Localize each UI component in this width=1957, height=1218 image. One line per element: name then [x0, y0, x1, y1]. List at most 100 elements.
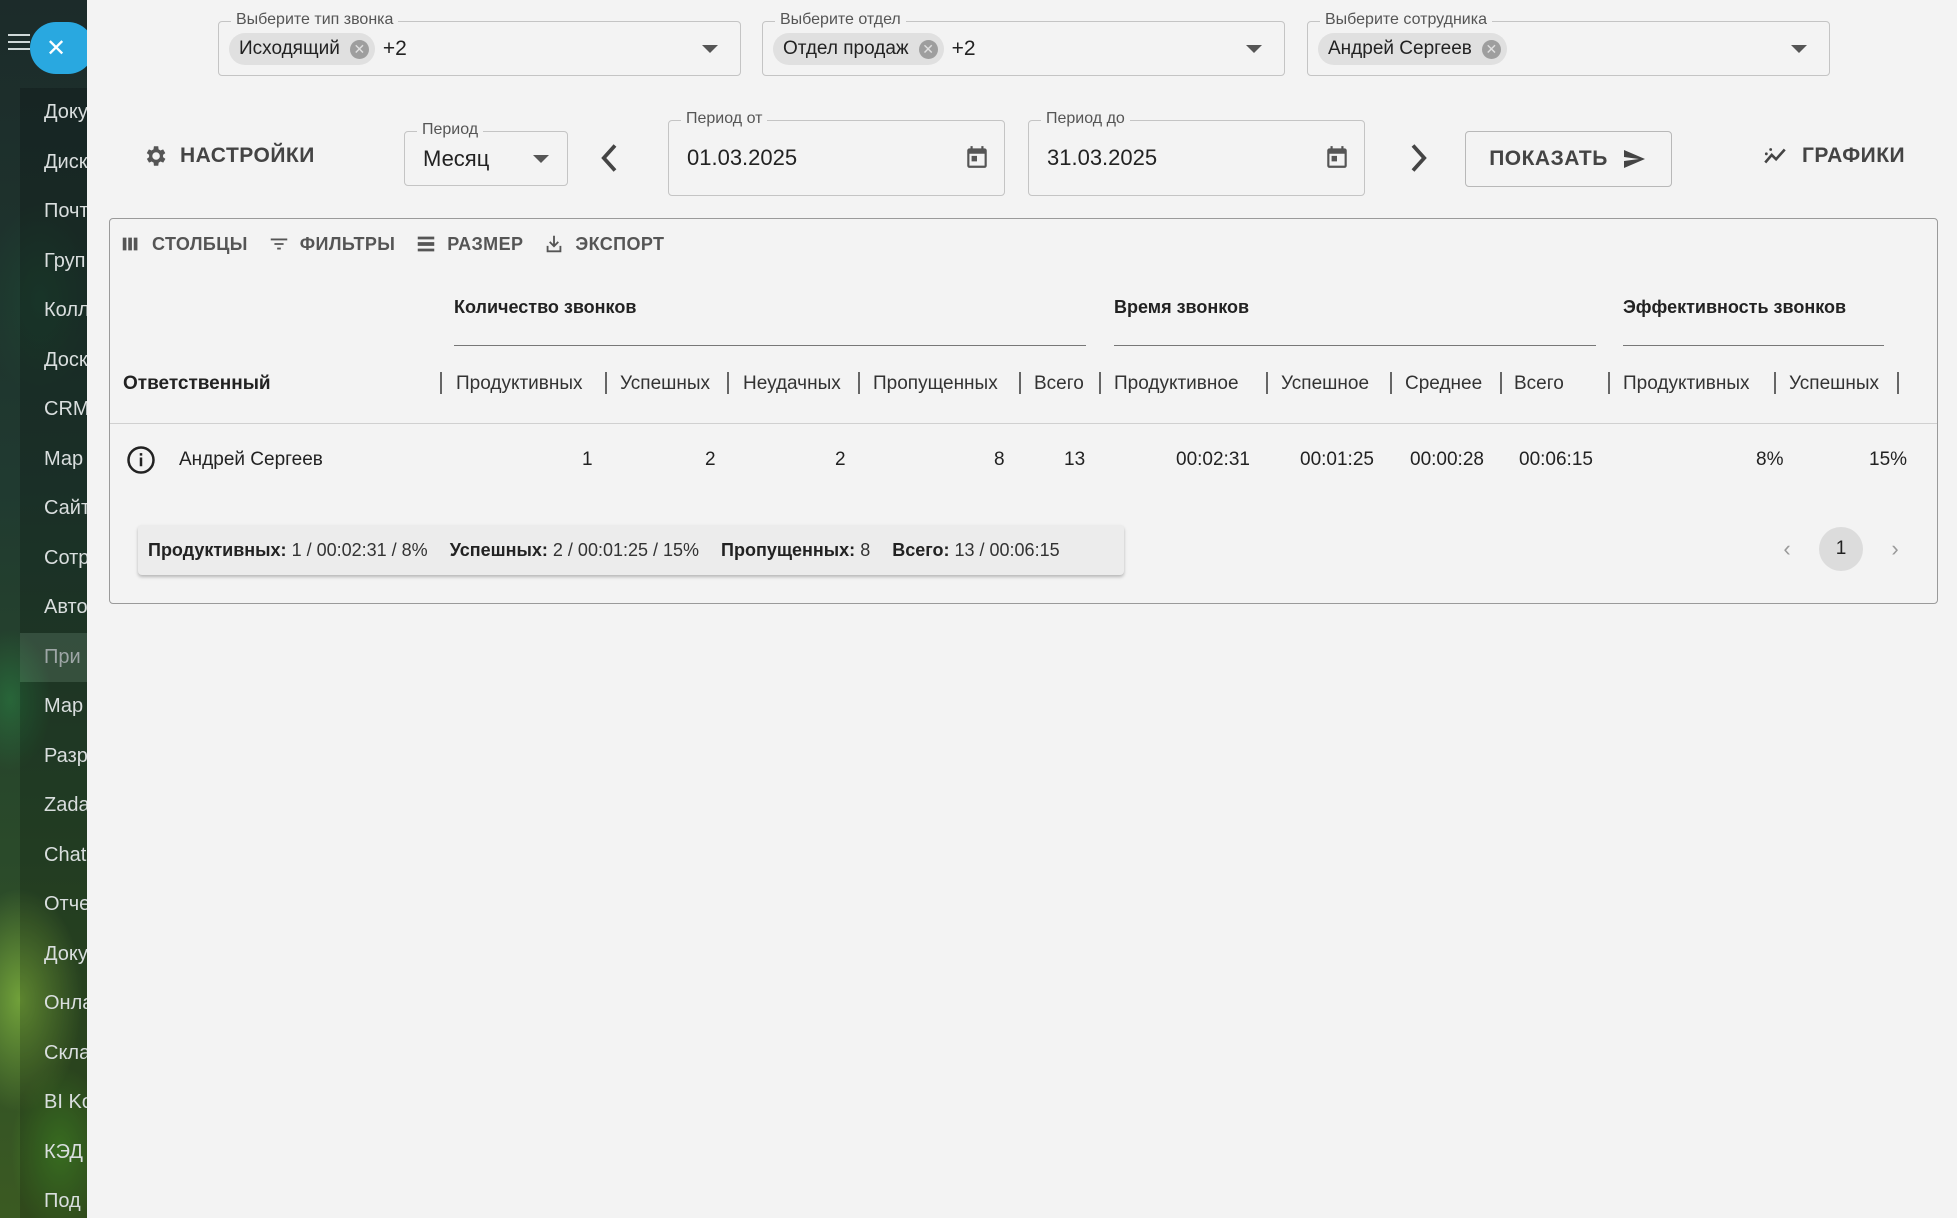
settings-label: НАСТРОЙКИ	[180, 144, 315, 167]
column-separator[interactable]	[1019, 372, 1021, 394]
cell-count-failed: 2	[835, 449, 846, 470]
column-separator[interactable]	[727, 372, 729, 394]
sidebar-item[interactable]: При	[20, 632, 87, 682]
sidebar-item[interactable]: Онла	[20, 979, 87, 1029]
date-to-legend: Период до	[1041, 110, 1130, 128]
cell-count-productive: 1	[582, 449, 593, 470]
sidebar-item[interactable]: Скла	[20, 1028, 87, 1078]
sidebar-item[interactable]: CRM	[20, 385, 87, 435]
column-separator[interactable]	[1500, 372, 1502, 394]
sidebar-item[interactable]: Отче	[20, 880, 87, 930]
column-separator[interactable]	[605, 372, 607, 394]
chip-remove-icon[interactable]: ✕	[918, 39, 938, 59]
sidebar-item[interactable]: Мар	[20, 682, 87, 732]
calendar-icon[interactable]	[1324, 143, 1350, 171]
sidebar-item[interactable]: Авто	[20, 583, 87, 633]
summary-bar: Продуктивных: 1 / 00:02:31 / 8% Успешных…	[138, 525, 1124, 575]
date-from-field[interactable]: Период от 01.03.2025	[668, 110, 1005, 196]
sidebar-item[interactable]: BI Ko	[20, 1078, 87, 1128]
sidebar-item[interactable]: Zada	[20, 781, 87, 831]
chevron-down-icon[interactable]	[533, 154, 549, 163]
charts-button[interactable]: ГРАФИКИ	[1760, 143, 1905, 169]
column-header-eff-productive[interactable]: Продуктивных	[1623, 373, 1750, 395]
prev-period-icon[interactable]	[595, 138, 625, 178]
chevron-down-icon[interactable]	[1246, 44, 1262, 53]
page-number[interactable]: 1	[1819, 527, 1863, 571]
column-separator[interactable]	[440, 372, 442, 394]
cell-count-missed: 8	[994, 449, 1005, 470]
call-type-select[interactable]: Выберите тип звонка Исходящий ✕ +2	[218, 11, 741, 76]
sidebar-item[interactable]: Диск	[20, 137, 87, 187]
cell-count-total: 13	[1064, 449, 1086, 470]
sidebar-item[interactable]: Доск	[20, 335, 87, 385]
sidebar-item[interactable]: Колл	[20, 286, 87, 336]
prev-page-icon[interactable]: ‹	[1777, 536, 1797, 562]
group-header-time: Время звонков	[1114, 297, 1250, 317]
sidebar-item[interactable]: Разр	[20, 731, 87, 781]
column-header-time-productive[interactable]: Продуктивное	[1114, 373, 1239, 395]
show-button[interactable]: ПОКАЗАТЬ	[1465, 131, 1672, 187]
call-type-chip[interactable]: Исходящий ✕	[229, 33, 375, 65]
period-value: Месяц	[423, 146, 490, 171]
chevron-down-icon[interactable]	[702, 44, 718, 53]
column-header-count-productive[interactable]: Продуктивных	[456, 373, 583, 395]
department-select[interactable]: Выберите отдел Отдел продаж ✕ +2	[762, 11, 1285, 76]
column-header-time-successful[interactable]: Успешное	[1281, 373, 1369, 395]
next-period-icon[interactable]	[1403, 138, 1433, 178]
period-legend: Период	[417, 121, 484, 139]
column-separator[interactable]	[1774, 372, 1776, 394]
sidebar-item[interactable]: Chat	[20, 830, 87, 880]
pagination: ‹ 1 ›	[1777, 527, 1905, 571]
sidebar-item[interactable]: Сотр	[20, 533, 87, 583]
calendar-icon[interactable]	[964, 143, 990, 171]
column-header-time-total[interactable]: Всего	[1514, 373, 1564, 395]
next-page-icon[interactable]: ›	[1885, 536, 1905, 562]
sidebar-item[interactable]: Доку	[20, 88, 87, 138]
column-header-responsible[interactable]: Ответственный	[123, 373, 271, 395]
date-to-field[interactable]: Период до 31.03.2025	[1028, 110, 1365, 196]
filters-button[interactable]: ФИЛЬТРЫ	[268, 233, 395, 255]
department-chip[interactable]: Отдел продаж ✕	[773, 33, 944, 65]
report-panel: Выберите тип звонка Исходящий ✕ +2 Выбер…	[87, 0, 1957, 1218]
period-select[interactable]: Период Месяц	[404, 121, 568, 186]
column-separator[interactable]	[1099, 372, 1101, 394]
column-header-count-failed[interactable]: Неудачных	[743, 373, 841, 395]
sidebar-item[interactable]: Мар	[20, 434, 87, 484]
column-header-eff-successful[interactable]: Успешных	[1789, 373, 1879, 395]
close-panel-button[interactable]: ✕	[30, 22, 87, 74]
employee-select[interactable]: Выберите сотрудника Андрей Сергеев ✕	[1307, 11, 1830, 76]
column-header-count-total[interactable]: Всего	[1034, 373, 1084, 395]
employee-chip[interactable]: Андрей Сергеев ✕	[1318, 33, 1507, 65]
info-icon[interactable]	[126, 445, 156, 475]
settings-button[interactable]: НАСТРОЙКИ	[142, 143, 315, 169]
columns-label: СТОЛБЦЫ	[152, 233, 248, 254]
density-button[interactable]: РАЗМЕР	[415, 233, 523, 255]
column-separator[interactable]	[858, 372, 860, 394]
report-table: СТОЛБЦЫ ФИЛЬТРЫ РАЗМЕР ЭКСПОРТ Количеств…	[109, 218, 1938, 604]
cell-time-successful: 00:01:25	[1300, 449, 1374, 470]
columns-button[interactable]: СТОЛБЦЫ	[120, 233, 248, 255]
chart-line-icon	[1764, 148, 1786, 164]
charts-label: ГРАФИКИ	[1802, 144, 1906, 167]
columns-icon	[122, 237, 138, 251]
sidebar-item[interactable]: Сайт	[20, 484, 87, 534]
export-button[interactable]: ЭКСПОРТ	[543, 233, 664, 255]
menu-icon[interactable]	[8, 34, 30, 50]
chevron-down-icon[interactable]	[1791, 44, 1807, 53]
sidebar-item[interactable]: Груп	[20, 236, 87, 286]
sidebar-item[interactable]: КЭД	[20, 1127, 87, 1177]
sidebar-item[interactable]: Почт	[20, 187, 87, 237]
column-header-time-average[interactable]: Среднее	[1405, 373, 1482, 395]
column-header-count-successful[interactable]: Успешных	[620, 373, 710, 395]
date-from-legend: Период от	[681, 110, 768, 128]
sidebar-item[interactable]: Доку	[20, 929, 87, 979]
column-separator[interactable]	[1897, 372, 1899, 394]
sidebar-item[interactable]: Под	[20, 1177, 87, 1218]
chip-remove-icon[interactable]: ✕	[349, 39, 369, 59]
summary-missed: Пропущенных: 8	[721, 539, 871, 560]
column-separator[interactable]	[1266, 372, 1268, 394]
column-separator[interactable]	[1608, 372, 1610, 394]
column-header-count-missed[interactable]: Пропущенных	[873, 373, 998, 395]
column-separator[interactable]	[1390, 372, 1392, 394]
chip-remove-icon[interactable]: ✕	[1481, 39, 1501, 59]
